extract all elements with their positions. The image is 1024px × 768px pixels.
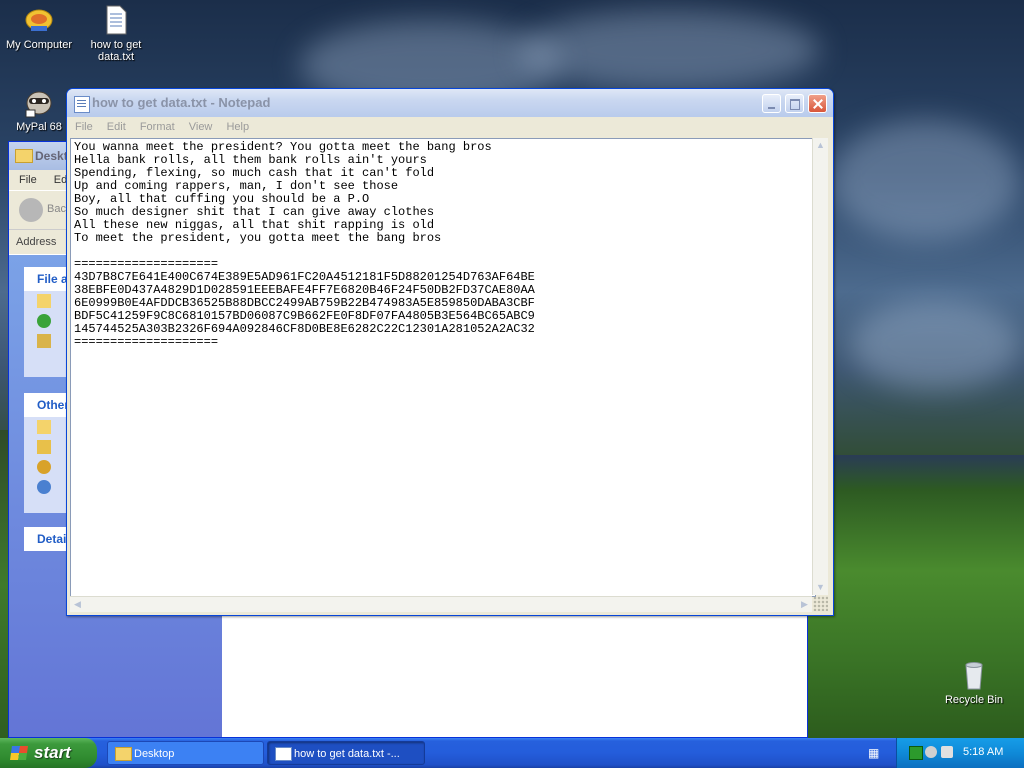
menu-help[interactable]: Help: [226, 121, 249, 133]
desktop-icon-my-computer[interactable]: My Computer: [0, 4, 78, 51]
clock[interactable]: 5:18 AM: [963, 746, 1003, 758]
start-label: start: [34, 743, 71, 762]
folder-icon: [15, 149, 33, 163]
mypal-browser-icon: [25, 91, 52, 118]
folder-icon: [115, 747, 132, 761]
back-button-label[interactable]: Bac: [47, 203, 66, 215]
keyboard-icon[interactable]: ▦: [868, 746, 882, 760]
pencil-icon: [37, 440, 51, 454]
network-icon: [37, 480, 51, 494]
menu-file[interactable]: File: [75, 121, 93, 133]
globe-icon: [37, 314, 51, 328]
security-shield-icon[interactable]: [925, 746, 937, 758]
address-label: Address: [16, 236, 57, 248]
horizontal-scrollbar[interactable]: ◀ ▶: [70, 596, 812, 612]
taskbar: start Desktop how to get data.txt -... ▦…: [0, 738, 1024, 768]
start-button[interactable]: start: [0, 738, 97, 768]
back-arrow-icon[interactable]: [19, 198, 43, 222]
resize-grip[interactable]: [813, 596, 828, 611]
recycle-bin-icon: [965, 662, 983, 690]
notepad-icon: [275, 747, 292, 761]
taskbar-button-notepad[interactable]: how to get data.txt -...: [267, 741, 425, 765]
volume-icon[interactable]: [941, 746, 953, 758]
desktop-icon-recycle-bin[interactable]: Recycle Bin: [935, 659, 1013, 706]
notepad-title: how to get data.txt - Notepad: [92, 95, 271, 110]
desktop-icon-label: how to get data.txt: [90, 39, 142, 63]
desktop-icon-label: Recycle Bin: [944, 694, 1004, 706]
my-computer-icon: [25, 9, 53, 31]
explorer-menu-file[interactable]: File: [19, 174, 37, 186]
menu-format[interactable]: Format: [140, 121, 175, 133]
desktop-icon-label: MyPal 68: [16, 121, 62, 133]
windows-logo-icon: [10, 746, 28, 760]
desktop-icon-text-file[interactable]: how to get data.txt: [77, 4, 155, 63]
notepad-menu-bar: File Edit Format View Help: [67, 117, 833, 137]
taskbar-button-desktop[interactable]: Desktop: [107, 741, 264, 765]
scroll-down-arrow-icon[interactable]: ▼: [813, 580, 828, 595]
folder-icon: [37, 294, 51, 308]
notepad-text-area[interactable]: You wanna meet the president? You gotta …: [70, 138, 816, 597]
scroll-up-arrow-icon[interactable]: ▲: [813, 138, 828, 153]
scroll-left-arrow-icon[interactable]: ◀: [70, 597, 85, 612]
text-file-icon: [106, 5, 127, 35]
desktop-icon-label: My Computer: [5, 39, 73, 51]
system-tray: 5:18 AM: [896, 738, 1024, 768]
maximize-button[interactable]: [785, 94, 804, 113]
menu-edit[interactable]: Edit: [107, 121, 126, 133]
minimize-button[interactable]: [762, 94, 781, 113]
vertical-scrollbar[interactable]: ▲ ▼: [812, 138, 828, 595]
taskbar-button-label: Desktop: [134, 748, 175, 760]
notepad-content[interactable]: You wanna meet the president? You gotta …: [71, 139, 815, 351]
menu-view[interactable]: View: [189, 121, 213, 133]
notepad-icon: [74, 96, 90, 113]
scroll-right-arrow-icon[interactable]: ▶: [797, 597, 812, 612]
share-icon: [37, 334, 51, 348]
notepad-title-bar[interactable]: how to get data.txt - Notepad: [67, 89, 833, 117]
explorer-title: Deskt: [35, 149, 68, 163]
close-button[interactable]: [808, 94, 827, 113]
my-computer-icon: [37, 460, 51, 474]
taskbar-button-label: how to get data.txt -...: [294, 748, 400, 760]
notepad-window[interactable]: how to get data.txt - Notepad File Edit …: [66, 88, 834, 616]
folder-icon: [37, 420, 51, 434]
network-status-icon[interactable]: [909, 746, 923, 760]
